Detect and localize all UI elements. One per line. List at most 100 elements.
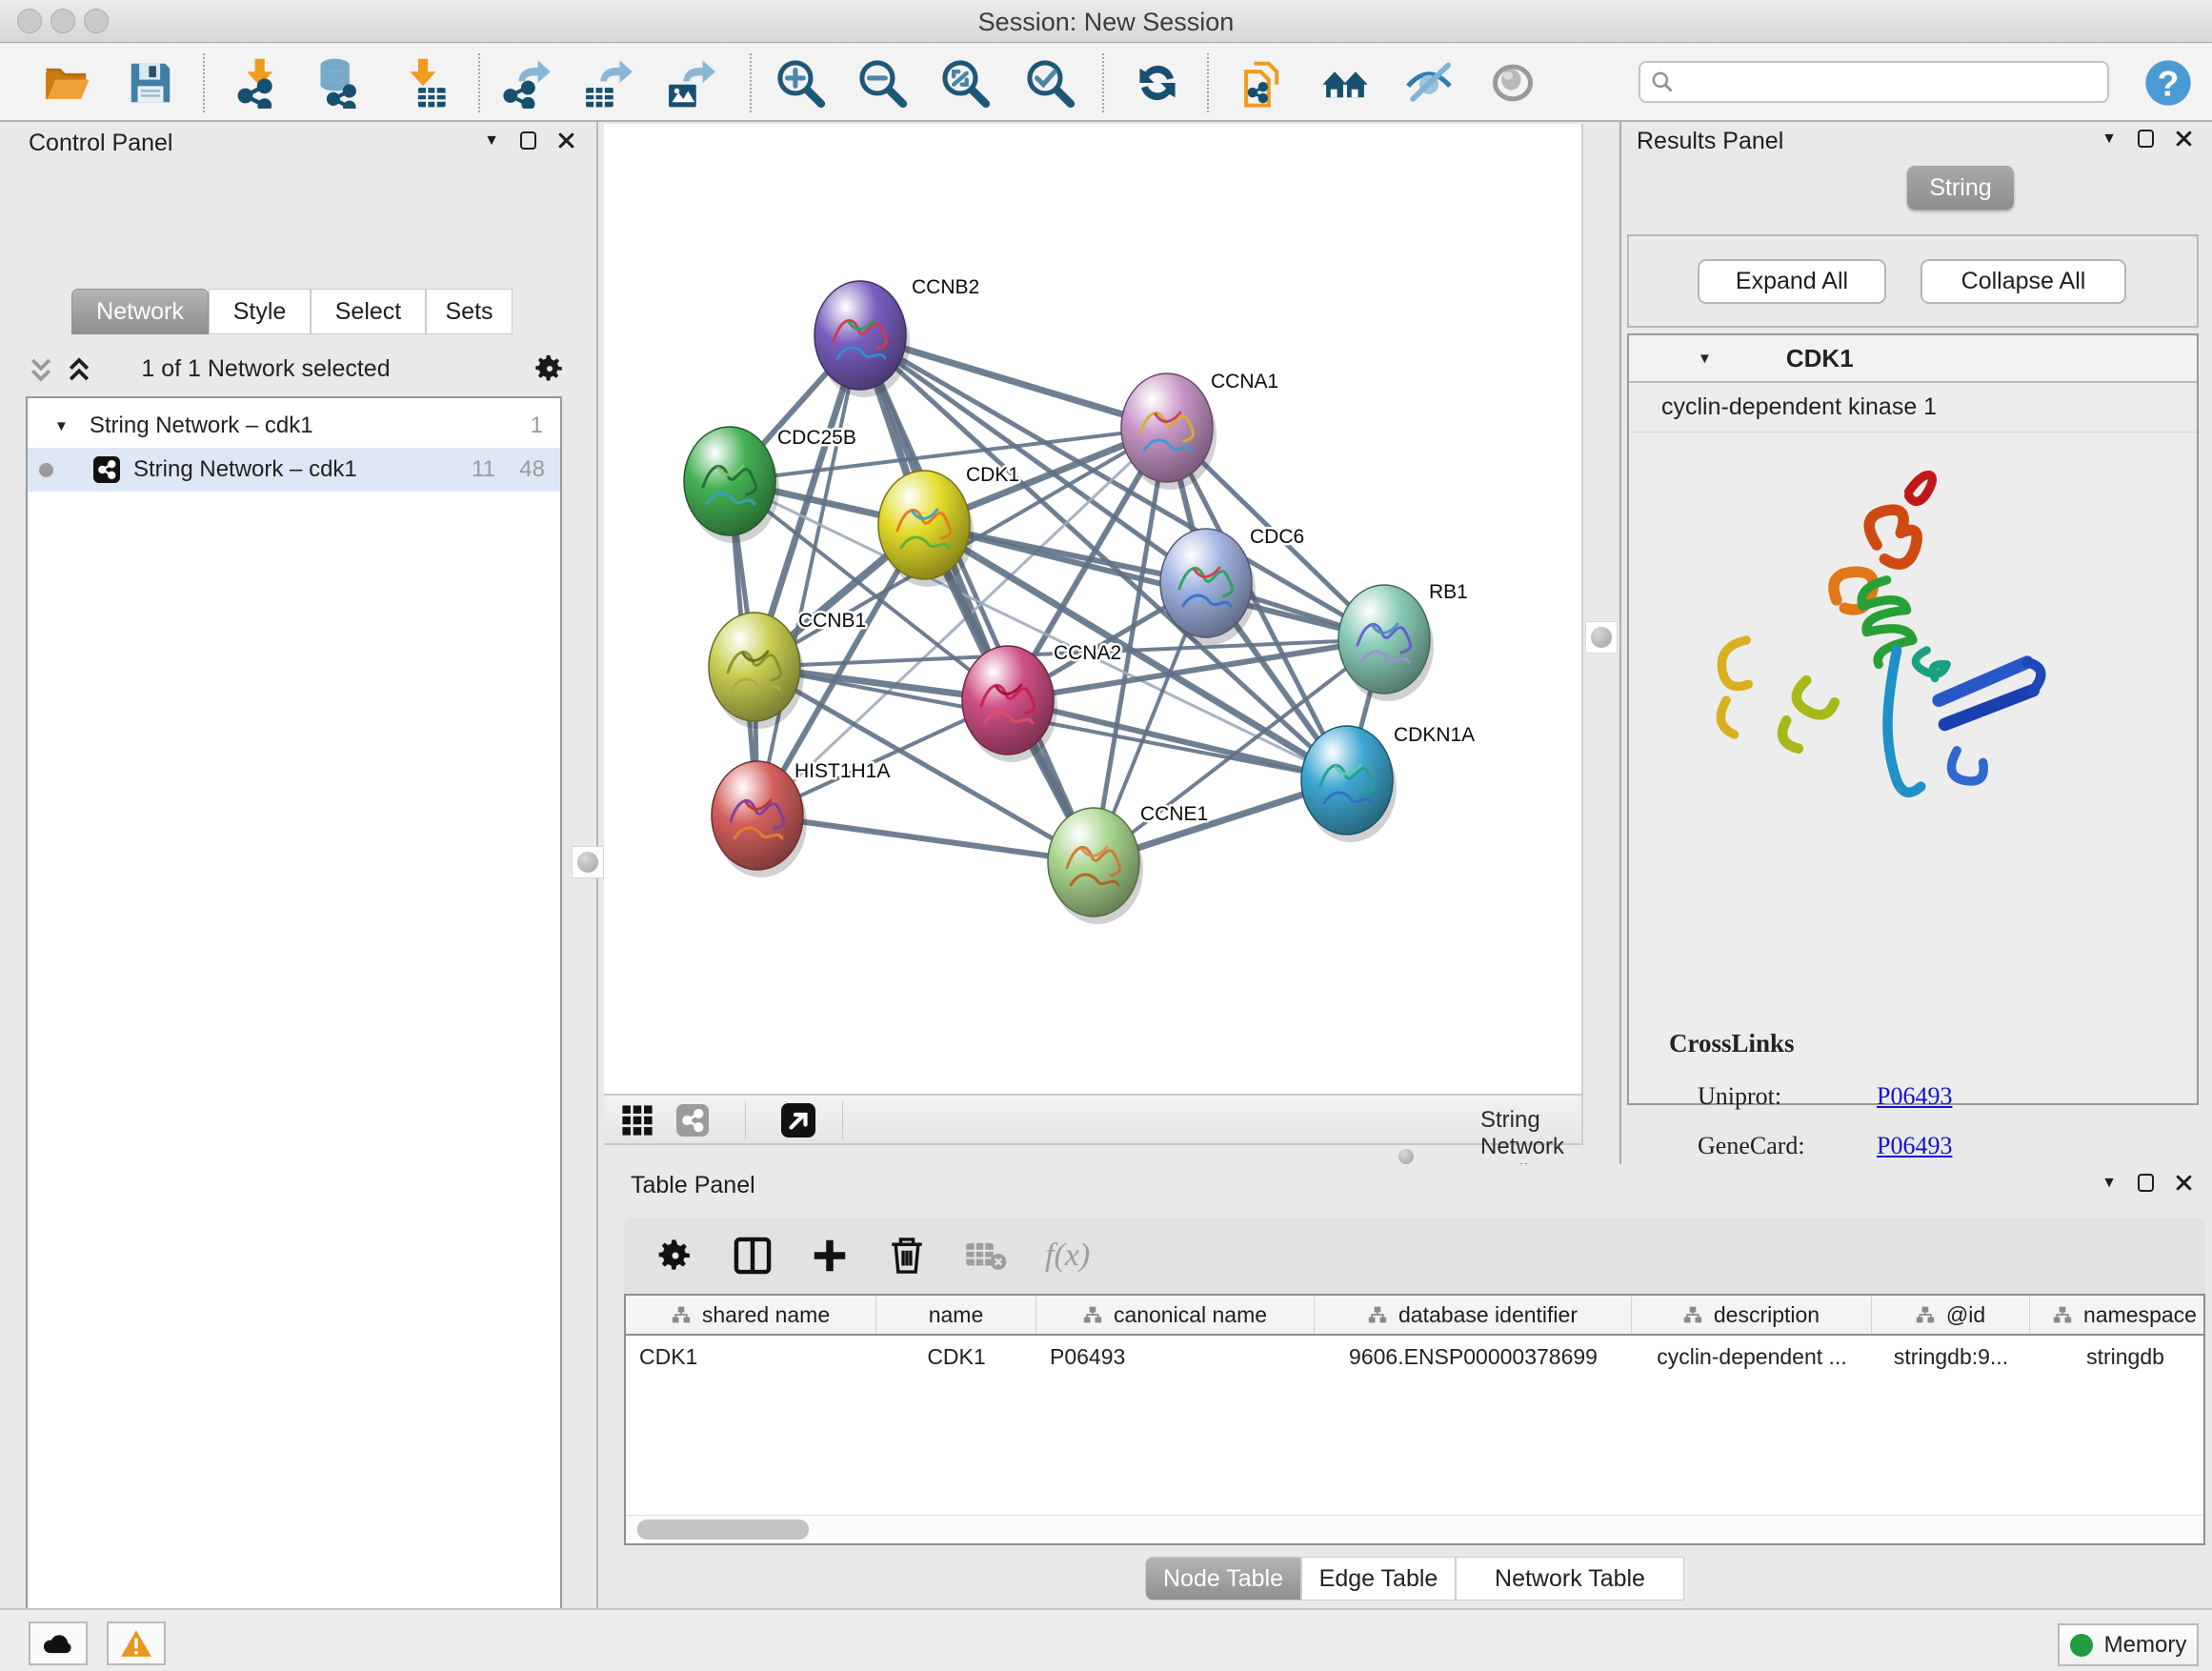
birds-eye-grid-icon[interactable] [621,1104,654,1137]
open-in-window-icon[interactable] [781,1103,815,1137]
table-cell[interactable]: CDK1 [876,1344,1036,1370]
refresh-button[interactable] [1131,56,1184,110]
network-graph[interactable]: CCNB2CCNA1CDC25BCDK1CDC6RB1CCNB1CCNA2CDK… [604,124,1583,1094]
network-row[interactable]: String Network – cdk1 11 48 [28,448,560,492]
tab-sets[interactable]: Sets [426,289,513,334]
node-CDC6[interactable]: CDC6 [1160,526,1304,645]
edge-count: 48 [519,456,545,483]
status-bar: Memory [0,1608,2212,1671]
horizontal-scrollbar[interactable] [626,1515,2203,1543]
collapse-all-button[interactable]: Collapse All [1920,259,2126,304]
open-session-button[interactable] [40,56,93,110]
column-header-shared-name[interactable]: shared name [626,1296,876,1334]
results-panel-float-icon[interactable] [2138,130,2154,148]
export-network-button[interactable] [498,56,552,110]
gene-description: cyclin-dependent kinase 1 [1629,383,2197,433]
show-hidden-button[interactable] [1486,56,1539,110]
zoom-selected-button[interactable] [1023,56,1076,110]
node-CCNA2[interactable]: CCNA2 [962,642,1121,762]
expand-all-button[interactable]: Expand All [1698,259,1886,304]
tab-select[interactable]: Select [311,289,426,334]
crosslink-link[interactable]: P06493 [1877,1132,1952,1160]
search-input[interactable] [1675,65,2107,99]
save-session-button[interactable] [124,56,177,110]
edge-HIST1H1A-CCNE1[interactable] [757,815,1094,862]
import-network-icon [232,57,284,109]
create-column-plus-icon[interactable] [811,1237,849,1275]
import-network-file-button[interactable] [231,56,285,110]
edge-CCNB2-HIST1H1A[interactable] [757,335,860,815]
tab-string[interactable]: String [1907,166,2014,210]
import-network-database-button[interactable] [312,56,365,110]
gene-expander-icon[interactable]: ▼ [1698,351,1712,367]
toolbar-separator [1207,53,1209,112]
export-table-button[interactable] [580,56,633,110]
import-table-file-button[interactable] [396,56,450,110]
column-header--id[interactable]: @id [1872,1296,2030,1334]
edge-CDK1-RB1[interactable] [924,525,1384,639]
tab-style[interactable]: Style [209,289,311,334]
export-image-button[interactable] [663,56,716,110]
column-header-name[interactable]: name [876,1296,1036,1334]
control-panel-close-icon[interactable] [557,131,575,150]
table-cell[interactable]: stringdb:9... [1872,1344,2030,1370]
node-label-CDK1: CDK1 [966,464,1019,486]
show-columns-icon[interactable] [733,1236,773,1276]
network-collection-row[interactable]: ▼ String Network – cdk1 1 [28,404,560,448]
node-CCNA1[interactable]: CCNA1 [1121,371,1278,490]
help-button[interactable]: ? [2142,56,2195,110]
table-options-gear-icon[interactable] [656,1237,694,1275]
zoom-out-button[interactable] [855,56,909,110]
table-cell[interactable]: stringdb [2030,1344,2205,1370]
network-options-gear-icon[interactable] [533,352,566,385]
tab-edge-table[interactable]: Edge Table [1301,1557,1456,1601]
column-header-namespace[interactable]: namespace [2030,1296,2205,1334]
left-splitter-handle[interactable] [572,846,604,878]
results-panel-close-icon[interactable] [2175,130,2193,148]
cloud-status-button[interactable] [29,1621,88,1665]
control-panel-float-icon[interactable] [520,131,536,150]
search-field[interactable] [1639,61,2109,103]
control-panel-menu-icon[interactable]: ▼ [484,133,499,149]
results-panel-menu-icon[interactable]: ▼ [2101,131,2117,147]
scrollbar-thumb[interactable] [637,1520,809,1540]
node-CDC25B[interactable]: CDC25B [684,427,856,543]
network-canvas[interactable]: CCNB2CCNA1CDC25BCDK1CDC6RB1CCNB1CCNA2CDK… [604,124,1583,1094]
table-panel-menu-icon[interactable]: ▼ [2101,1176,2117,1191]
control-panel: Control Panel ▼ NetworkStyleSelectSets 1… [0,122,598,1608]
gene-card-header[interactable]: ▼ CDK1 [1629,335,2197,383]
column-header-canonical-name[interactable]: canonical name [1036,1296,1315,1334]
table-cell[interactable]: cyclin-dependent ... [1632,1344,1872,1370]
show-all-windows-button[interactable] [1318,56,1372,110]
string-badge-icon[interactable] [676,1104,709,1137]
clone-network-button[interactable] [1236,56,1289,110]
fit-content-button[interactable] [938,56,992,110]
column-header-description[interactable]: description [1632,1296,1872,1334]
delete-column-trash-icon[interactable] [887,1236,927,1276]
zoom-in-button[interactable] [774,56,827,110]
memory-button[interactable]: Memory [2058,1623,2199,1666]
column-header-database-identifier[interactable]: database identifier [1315,1296,1632,1334]
warnings-button[interactable] [107,1621,166,1665]
tab-network-table[interactable]: Network Table [1456,1557,1684,1601]
tree-expander-icon[interactable]: ▼ [54,418,69,434]
tab-network[interactable]: Network [71,289,209,334]
node-CCNE1[interactable]: CCNE1 [1048,803,1208,924]
node-CCNB2[interactable]: CCNB2 [814,276,979,397]
right-splitter-handle[interactable] [1585,621,1618,654]
node-RB1[interactable]: RB1 [1338,581,1468,701]
node-HIST1H1A[interactable]: HIST1H1A [712,760,890,877]
crosslink-link[interactable]: P06493 [1877,1082,1952,1111]
horizontal-splitter-handle[interactable] [1398,1149,1414,1164]
table-cell[interactable]: 9606.ENSP00000378699 [1315,1344,1632,1370]
edge-CCNB2-CCNE1[interactable] [860,335,1094,862]
table-panel-float-icon[interactable] [2138,1174,2154,1192]
node-CDKN1A[interactable]: CDKN1A [1301,724,1475,842]
toolbar-separator [750,53,752,112]
hide-selected-button[interactable] [1402,56,1456,110]
table-row[interactable]: CDK1CDK1P064939606.ENSP00000378699cyclin… [626,1336,2203,1378]
table-cell[interactable]: CDK1 [626,1344,876,1370]
tab-node-table[interactable]: Node Table [1145,1557,1301,1601]
table-cell[interactable]: P06493 [1036,1344,1315,1370]
table-panel-close-icon[interactable] [2175,1174,2193,1192]
